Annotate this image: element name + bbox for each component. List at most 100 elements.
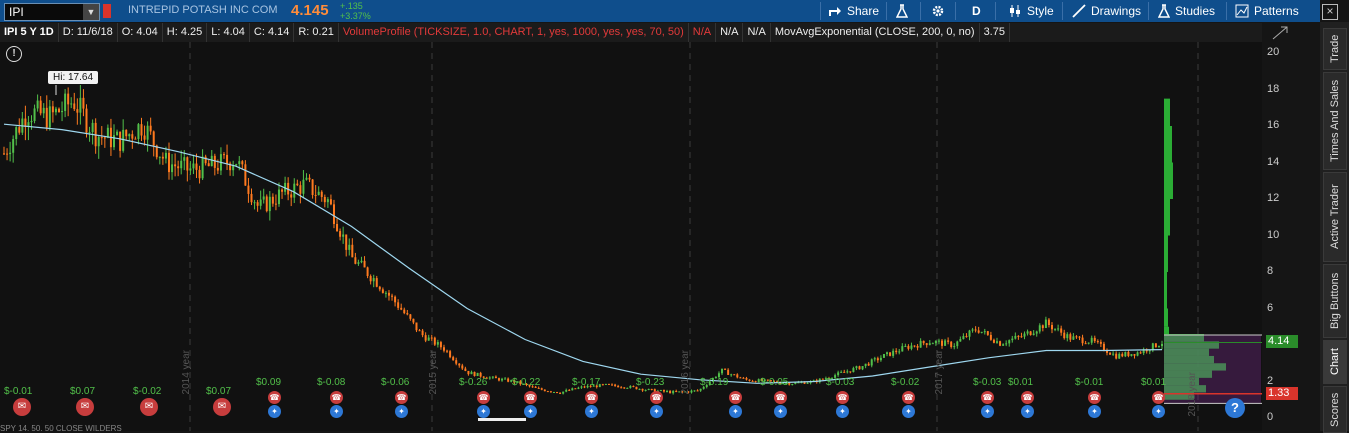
- dividend-label[interactable]: $-0.01: [4, 386, 32, 397]
- earnings-event-icon[interactable]: ☎: [729, 391, 742, 404]
- alert-icon[interactable]: !: [6, 46, 22, 62]
- side-tab-active-trader[interactable]: Active Trader: [1323, 172, 1347, 262]
- event-info-icon[interactable]: ✦: [395, 405, 408, 418]
- earnings-event-icon[interactable]: ✉: [13, 398, 31, 416]
- side-tab-times-and-sales[interactable]: Times And Sales: [1323, 72, 1347, 170]
- earnings-event-icon[interactable]: ✉: [213, 398, 231, 416]
- dividend-label[interactable]: $-0.19: [700, 377, 728, 388]
- price-candle-body: [886, 352, 889, 355]
- dividend-label[interactable]: $0.07: [70, 386, 95, 397]
- price-candle-body: [116, 131, 119, 136]
- event-info-icon[interactable]: ✦: [902, 405, 915, 418]
- side-tab-chart[interactable]: Chart: [1323, 340, 1347, 384]
- side-tab-scores[interactable]: Scores: [1323, 386, 1347, 433]
- event-info-icon[interactable]: ✦: [330, 405, 343, 418]
- price-candle-body: [1017, 335, 1020, 337]
- link-color-badge[interactable]: [103, 4, 111, 18]
- dividend-label[interactable]: $-0.01: [1075, 377, 1103, 388]
- volume-profile-bar: [1164, 199, 1170, 236]
- dividend-label[interactable]: $-0.08: [317, 377, 345, 388]
- dividend-label[interactable]: $-0.05: [760, 377, 788, 388]
- help-icon[interactable]: ?: [1225, 398, 1245, 418]
- earnings-event-icon[interactable]: ☎: [902, 391, 915, 404]
- earnings-event-icon[interactable]: ☎: [981, 391, 994, 404]
- earnings-event-icon[interactable]: ☎: [836, 391, 849, 404]
- symbol-dropdown-icon[interactable]: ▼: [83, 4, 99, 20]
- dividend-label[interactable]: $-0.03: [973, 377, 1001, 388]
- event-info-icon[interactable]: ✦: [981, 405, 994, 418]
- earnings-event-icon[interactable]: ☎: [1152, 391, 1165, 404]
- price-candle-body: [1136, 352, 1139, 356]
- earnings-event-icon[interactable]: ✉: [76, 398, 94, 416]
- price-candle-body: [989, 334, 992, 340]
- earnings-event-icon[interactable]: ☎: [524, 391, 537, 404]
- flask-button[interactable]: [896, 2, 908, 20]
- price-candle-body: [937, 340, 940, 342]
- dividend-label[interactable]: $-0.06: [381, 377, 409, 388]
- event-info-icon[interactable]: ✦: [477, 405, 490, 418]
- dividend-label[interactable]: $0.01: [1141, 377, 1166, 388]
- earnings-event-icon[interactable]: ☎: [774, 391, 787, 404]
- drawings-button[interactable]: Drawings: [1072, 2, 1141, 20]
- aggregation-period-button[interactable]: D: [972, 2, 981, 20]
- price-candle-body: [363, 260, 366, 268]
- event-info-icon[interactable]: ✦: [650, 405, 663, 418]
- earnings-event-icon[interactable]: ☎: [650, 391, 663, 404]
- dividend-label[interactable]: $0.07: [206, 386, 231, 397]
- price-axis[interactable]: 20181614121086420: [1262, 22, 1320, 431]
- share-button[interactable]: Share: [828, 2, 879, 20]
- dividend-label[interactable]: $0.09: [256, 377, 281, 388]
- price-candle-body: [112, 135, 115, 148]
- event-info-icon[interactable]: ✦: [268, 405, 281, 418]
- price-candle-body: [1161, 343, 1163, 347]
- earnings-event-icon[interactable]: ☎: [1021, 391, 1034, 404]
- side-tab-big-buttons[interactable]: Big Buttons: [1323, 264, 1347, 338]
- earnings-event-icon[interactable]: ☎: [330, 391, 343, 404]
- event-info-icon[interactable]: ✦: [1021, 405, 1034, 418]
- dividend-label[interactable]: $-0.26: [459, 377, 487, 388]
- flask-icon: [896, 4, 908, 18]
- earnings-event-icon[interactable]: ☎: [585, 391, 598, 404]
- earnings-event-icon[interactable]: ✉: [140, 398, 158, 416]
- event-info-icon[interactable]: ✦: [524, 405, 537, 418]
- dividend-label[interactable]: $-0.22: [512, 377, 540, 388]
- dividend-label[interactable]: $0.01: [1008, 377, 1033, 388]
- event-info-icon[interactable]: ✦: [836, 405, 849, 418]
- patterns-button[interactable]: Patterns: [1235, 2, 1299, 20]
- price-candle-body: [996, 341, 999, 343]
- price-candle-body: [357, 262, 360, 264]
- close-icon[interactable]: ×: [1322, 4, 1338, 20]
- earnings-event-icon[interactable]: ☎: [1088, 391, 1101, 404]
- price-candle-body: [794, 382, 797, 385]
- event-info-icon[interactable]: ✦: [585, 405, 598, 418]
- earnings-event-icon[interactable]: ☎: [477, 391, 490, 404]
- dividend-label[interactable]: $-0.23: [636, 377, 664, 388]
- dividend-label[interactable]: $-0.02: [891, 377, 919, 388]
- event-info-icon[interactable]: ✦: [1152, 405, 1165, 418]
- settings-button[interactable]: [931, 2, 945, 20]
- toolbar-separator: [1148, 2, 1149, 20]
- price-candle-body: [629, 385, 632, 388]
- price-candle-body: [983, 331, 986, 333]
- dividend-label[interactable]: $-0.17: [572, 377, 600, 388]
- event-info-icon[interactable]: ✦: [729, 405, 742, 418]
- patterns-icon: [1235, 4, 1249, 18]
- symbol-input[interactable]: IPI ▼: [4, 3, 100, 21]
- price-candle-body: [464, 368, 467, 371]
- candles-icon: [1010, 5, 1020, 17]
- volume-profile-study[interactable]: VolumeProfile (TICKSIZE, 1.0, CHART, 1, …: [339, 23, 689, 42]
- earnings-event-icon[interactable]: ☎: [395, 391, 408, 404]
- side-tab-trade[interactable]: Trade: [1323, 28, 1347, 70]
- event-info-icon[interactable]: ✦: [1088, 405, 1101, 418]
- studies-button[interactable]: Studies: [1158, 2, 1215, 20]
- earnings-event-icon[interactable]: ☎: [268, 391, 281, 404]
- share-icon: [829, 7, 841, 16]
- bar-high: H: 4.25: [163, 23, 208, 42]
- symbol-text[interactable]: IPI: [5, 5, 83, 19]
- style-button[interactable]: Style: [1008, 2, 1054, 20]
- event-info-icon[interactable]: ✦: [774, 405, 787, 418]
- dividend-label[interactable]: $-0.02: [133, 386, 161, 397]
- axis-expand-icon[interactable]: [1272, 26, 1288, 40]
- moving-average-study[interactable]: MovAvgExponential (CLOSE, 200, 0, no): [771, 23, 980, 42]
- dividend-label[interactable]: $-0.03: [826, 377, 854, 388]
